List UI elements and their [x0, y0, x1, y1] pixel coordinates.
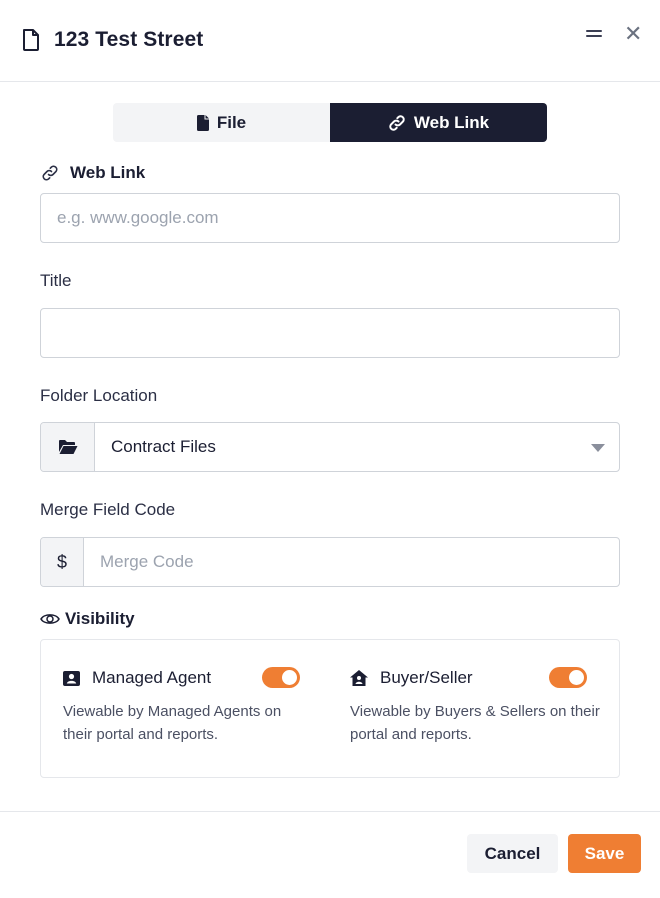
managed-agent-toggle[interactable]	[262, 667, 300, 688]
id-badge-icon	[63, 670, 80, 686]
merge-code-group: $ Merge Code	[40, 537, 620, 587]
caret-down-icon	[591, 444, 605, 452]
title-label: Title	[40, 271, 72, 290]
close-icon[interactable]: ✕	[624, 23, 642, 45]
file-icon	[196, 114, 209, 131]
folder-addon	[41, 423, 95, 471]
title-input[interactable]	[40, 308, 620, 358]
merge-field-label: Merge Field Code	[40, 500, 176, 519]
document-icon	[23, 29, 39, 51]
visibility-label: Visibility	[65, 609, 135, 628]
tab-file[interactable]: File	[113, 103, 330, 142]
modal-header: 123 Test Street ✕	[0, 0, 660, 82]
folder-open-icon	[58, 440, 77, 454]
save-button[interactable]: Save	[568, 834, 641, 873]
web-link-label: Web Link	[70, 163, 146, 182]
folder-location-select[interactable]: Contract Files	[40, 422, 620, 472]
link-icon	[42, 165, 58, 181]
cancel-button[interactable]: Cancel	[467, 834, 558, 873]
buyer-seller-name: Buyer/Seller	[380, 668, 473, 687]
web-link-input[interactable]: e.g. www.google.com	[40, 193, 620, 243]
tab-web-link-label: Web Link	[413, 112, 490, 132]
link-icon	[389, 114, 405, 131]
buyer-seller-toggle[interactable]	[549, 667, 587, 688]
merge-code-input[interactable]: Merge Code	[84, 538, 619, 586]
folder-location-value: Contract Files	[111, 437, 216, 456]
managed-agent-description: Viewable by Managed Agents on their port…	[63, 703, 282, 743]
managed-agent-name: Managed Agent	[92, 668, 212, 687]
folder-location-label: Folder Location	[40, 386, 158, 405]
source-type-toggle: File Web Link	[113, 103, 547, 142]
minimize-icon[interactable]	[586, 30, 602, 38]
dollar-addon: $	[41, 538, 84, 586]
visibility-panel: Managed Agent Viewable by Managed Agents…	[40, 639, 620, 778]
home-user-icon	[350, 670, 368, 686]
modal-footer: Cancel Save	[0, 811, 660, 898]
tab-web-link[interactable]: Web Link	[330, 103, 547, 142]
tab-file-label: File	[216, 112, 247, 132]
modal-title: 123 Test Street	[54, 28, 204, 51]
eye-icon	[40, 614, 60, 624]
buyer-seller-description: Viewable by Buyers & Sellers on their po…	[350, 703, 600, 743]
web-link-label-row: Web Link	[40, 163, 145, 183]
visibility-label-row: Visibility	[40, 609, 135, 629]
